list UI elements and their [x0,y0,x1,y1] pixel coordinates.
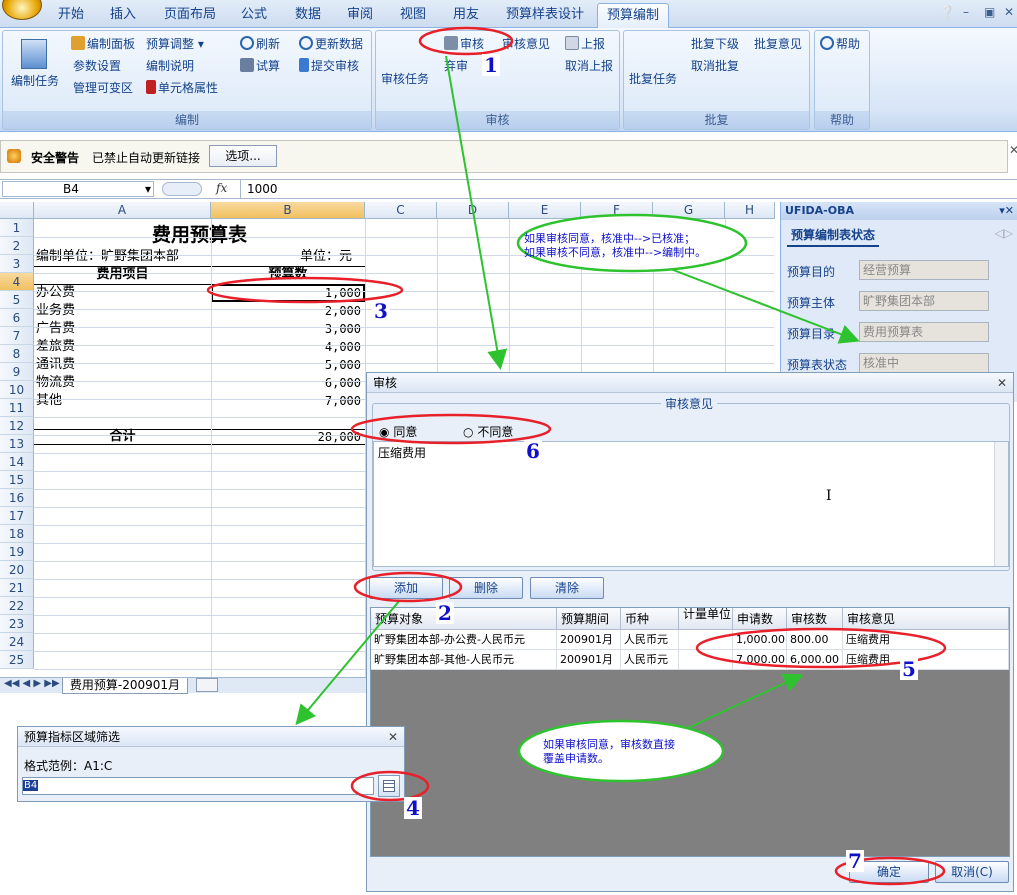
step-number-1: 1 [482,53,500,77]
annotation-overlay [206,26,947,886]
step-number-5: 5 [900,657,918,681]
step-number-4: 4 [404,796,422,820]
note-override-line-2: 覆盖申请数。 [543,752,609,765]
step-number-6: 6 [524,439,542,463]
note-status-line-1: 如果审核同意，核准中-->已核准； [524,232,696,245]
note-status-line-2: 如果审核不同意，核准中-->编制中。 [524,246,707,259]
step-number-7: 7 [846,849,864,873]
note-override-line-1: 如果审核同意，审核数直接 [543,738,675,751]
step-number-3: 3 [372,299,390,323]
step-number-2: 2 [436,601,454,625]
